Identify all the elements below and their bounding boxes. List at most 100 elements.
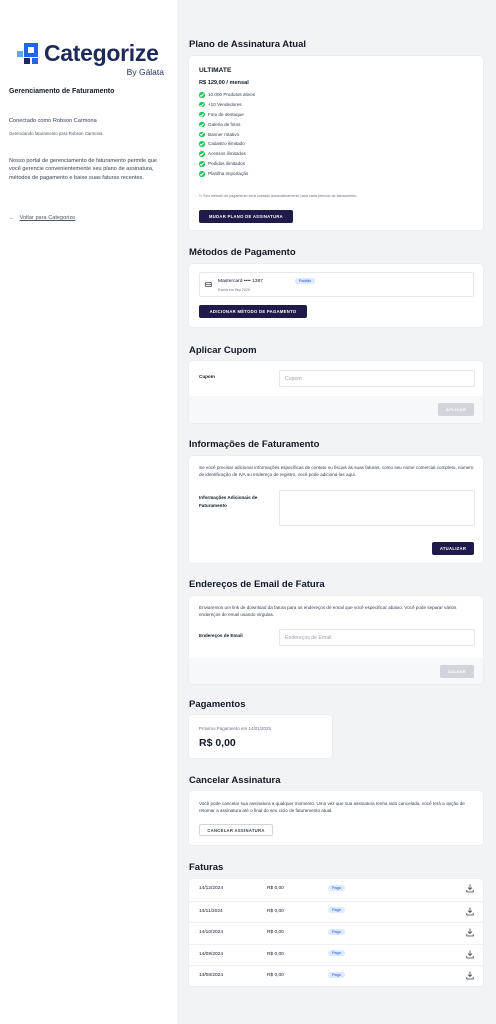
payment-method-item[interactable]: Mastercard •••• 1387 Padrão Expira em Se… (199, 272, 474, 297)
invoices-card: 14/12/2024 R$ 0,00 Pago 14/11/2024 R$ 0,… (189, 879, 483, 986)
billing-info-textarea[interactable] (279, 490, 475, 526)
plan-features: 10.000 Produtos ativos +10 Vendedores Fo… (199, 91, 255, 180)
invoice-date: 14/10/2024 (199, 930, 224, 935)
cancel-subscription-button[interactable]: CANCELAR ASSINATURA (199, 824, 273, 836)
check-circle-icon (199, 92, 205, 98)
plan-feature: Cadastro ilimitado (199, 140, 255, 150)
download-icon[interactable] (466, 907, 474, 916)
billing-info-description: Se você precisar adicionar informações e… (199, 465, 474, 478)
invoice-status-badge: Pago (328, 971, 345, 978)
add-payment-method-button[interactable]: ADICIONAR MÉTODO DE PAGAMENTO (199, 305, 307, 318)
card-label: Mastercard •••• 1387 (218, 279, 263, 284)
coupon-input[interactable] (279, 370, 475, 387)
save-emails-button[interactable]: SALVAR (440, 665, 474, 678)
plan-feature: Planilha importação (199, 170, 255, 180)
brand-subtitle: By Gálata (126, 67, 164, 77)
invoice-row: 14/10/2024 R$ 0,00 Pago (189, 922, 483, 944)
credit-card-icon (205, 282, 212, 287)
check-circle-icon (199, 111, 205, 118)
plan-feature: Acessos ilimitados (199, 150, 255, 160)
invoice-row: 14/12/2024 R$ 0,00 Pago (189, 879, 483, 901)
plan-feature: 10.000 Produtos ativos (199, 91, 255, 101)
payment-methods-title: Métodos de Pagamento (189, 247, 296, 258)
invoice-date: 14/11/2024 (199, 908, 223, 914)
invoice-date: 14/12/2024 (199, 886, 224, 891)
back-link[interactable]: ← Voltar para Categorize (9, 215, 75, 221)
check-circle-icon (199, 101, 205, 108)
plan-feature: Pedidos ilimitados (199, 160, 255, 170)
invoice-row: 14/11/2024 R$ 0,00 Pago (189, 900, 483, 923)
coupon-label: Cupom (199, 374, 215, 379)
plan-billing-note: ↻ Seu método de pagamento será cobrado a… (199, 194, 358, 198)
coupon-card: Cupom APLICAR (189, 361, 483, 423)
check-circle-icon (199, 121, 205, 128)
check-circle-icon (199, 151, 205, 157)
default-badge: Padrão (295, 278, 316, 284)
check-circle-icon (199, 141, 205, 147)
plan-price: R$ 129,00 / mensal (199, 80, 249, 86)
invoice-emails-footer: SALVAR (189, 658, 483, 684)
plan-card: ULTIMATE R$ 129,00 / mensal 10.000 Produ… (189, 56, 483, 230)
invoice-amount: R$ 0,00 (267, 908, 284, 914)
card-expiry: Expira em Sep 2029 (218, 288, 250, 292)
invoice-emails-description: Enviaremos um link de download da fatura… (199, 605, 457, 618)
refresh-icon: ↻ (199, 194, 203, 198)
invoice-row: 14/08/2024 R$ 0,00 Pago (189, 965, 483, 987)
invoice-status-badge: Pago (328, 928, 345, 935)
apply-coupon-button[interactable]: APLICAR (438, 403, 474, 416)
invoice-emails-label: Endereços de Email (199, 633, 243, 638)
invoice-emails-card: Enviaremos um link de download da fatura… (189, 596, 483, 684)
coupon-footer: APLICAR (189, 396, 483, 423)
invoice-row: 14/09/2024 R$ 0,00 Pago (189, 943, 483, 966)
brand-logo: Categorize By Gálata (17, 40, 167, 78)
payment-methods-card: Mastercard •••• 1387 Padrão Expira em Se… (189, 264, 483, 327)
cancel-description: Você pode cancelar sua assinatura a qual… (199, 801, 465, 814)
download-icon[interactable] (466, 884, 474, 893)
plan-feature: Galeria de fotos (199, 121, 255, 131)
download-icon[interactable] (466, 950, 474, 959)
plan-name: ULTIMATE (199, 67, 232, 74)
invoice-amount: R$ 0,00 (267, 951, 284, 957)
invoice-date: 14/09/2024 (199, 951, 224, 957)
coupon-section-title: Aplicar Cupom (189, 345, 257, 356)
sidebar: Categorize By Gálata Gerenciamento de Fa… (0, 0, 177, 1024)
billing-info-title: Informações de Faturamento (189, 439, 320, 450)
check-circle-icon (199, 131, 205, 138)
invoice-status-badge: Pago (328, 907, 345, 913)
billing-info-card: Se você precisar adicionar informações e… (189, 456, 483, 563)
update-billing-button[interactable]: ATUALIZAR (432, 542, 474, 555)
brand-name: Categorize (44, 40, 159, 66)
invoices-title: Faturas (189, 862, 224, 873)
sidebar-title: Gerenciamento de Faturamento (9, 88, 115, 95)
connected-as: Conectado como Robson Carmona (9, 118, 97, 124)
managing-for: Gerenciando faturamento para Robson Carm… (9, 131, 103, 136)
change-plan-button[interactable]: MUDAR PLANO DE ASSINATURA (199, 210, 293, 223)
cancel-card: Você pode cancelar sua assinatura a qual… (189, 791, 483, 845)
plan-feature: Banner rotativo (199, 131, 255, 141)
plan-section-title: Plano de Assinatura Atual (189, 39, 307, 50)
billing-info-label: Informações Adicionais de Faturamento (199, 495, 258, 508)
next-payment-label: Próximo Pagamento em 14/01/2025 (199, 726, 272, 731)
check-circle-icon (199, 171, 205, 177)
next-payment-amount: R$ 0,00 (199, 737, 236, 749)
main-content: Plano de Assinatura Atual ULTIMATE R$ 12… (177, 0, 496, 1024)
invoice-date: 14/08/2024 (199, 973, 224, 978)
categorize-logo-icon (17, 43, 38, 64)
invoice-amount: R$ 0,00 (267, 973, 284, 978)
invoice-status-badge: Pago (328, 950, 345, 956)
download-icon[interactable] (466, 928, 474, 937)
invoice-amount: R$ 0,00 (267, 930, 284, 935)
back-link-label: Voltar para Categorize (19, 215, 76, 221)
payments-title: Pagamentos (189, 699, 246, 710)
plan-feature: +10 Vendedores (199, 101, 255, 111)
portal-description: Nosso portal de gerenciamento de faturam… (9, 158, 158, 181)
invoice-emails-input[interactable] (279, 629, 475, 646)
plan-feature: Foto de destaque (199, 111, 255, 121)
check-circle-icon (199, 161, 205, 167)
cancel-title: Cancelar Assinatura (189, 775, 281, 786)
next-payment-card: Próximo Pagamento em 14/01/2025 R$ 0,00 (189, 715, 332, 758)
invoice-emails-title: Endereços de Email de Fatura (189, 579, 325, 590)
invoice-status-badge: Pago (328, 884, 345, 891)
arrow-left-icon: ← (9, 215, 15, 221)
download-icon[interactable] (466, 971, 474, 980)
